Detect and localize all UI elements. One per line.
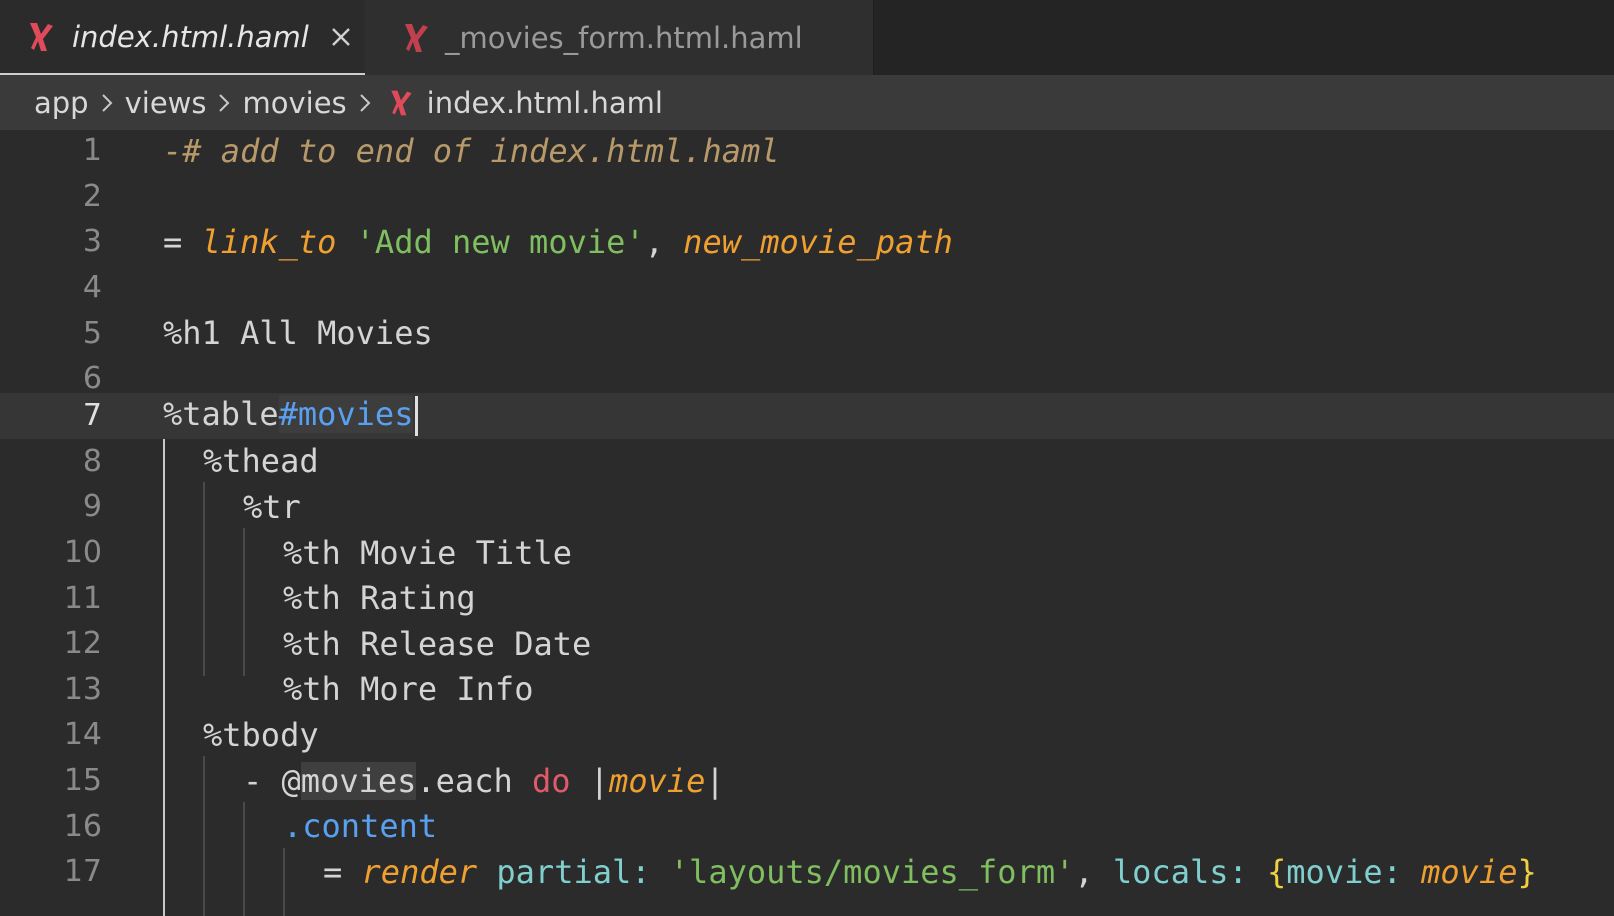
chevron-right-icon <box>219 93 230 112</box>
line-content: %th Rating <box>283 579 476 618</box>
breadcrumb-item-app[interactable]: app <box>34 86 89 120</box>
line-number: 1 <box>82 133 102 169</box>
code-line[interactable]: 10 %th Movie Title <box>0 530 1614 576</box>
line-content: -# add to end of index.html.haml <box>163 131 780 170</box>
haml-file-icon <box>405 23 428 52</box>
line-number: 15 <box>63 763 102 799</box>
line-number: 4 <box>82 270 102 306</box>
code-line[interactable]: 9 %tr <box>0 484 1614 530</box>
code-line[interactable]: 8 %thead <box>0 439 1614 485</box>
line-number: 12 <box>63 626 102 662</box>
chevron-right-icon <box>101 93 113 112</box>
line-number: 6 <box>82 361 102 397</box>
line-content: %th Movie Title <box>283 533 572 572</box>
line-content: = render partial: 'layouts/movies_form',… <box>323 852 1537 891</box>
line-content: %tr <box>243 487 301 526</box>
line-content: - @movies.each do |movie| <box>243 761 725 800</box>
haml-file-icon <box>30 22 53 51</box>
tab-movies-form-html-haml[interactable]: _movies_form.html.haml <box>365 0 874 75</box>
line-content: .content <box>283 807 438 846</box>
line-number: 2 <box>82 178 102 214</box>
code-line[interactable]: 14 %tbody <box>0 712 1614 758</box>
line-content: %th More Info <box>283 670 534 709</box>
tab-label: _movies_form.html.haml <box>445 20 803 55</box>
line-number: 16 <box>63 808 102 844</box>
code-line[interactable]: 2 <box>0 174 1614 220</box>
haml-file-icon <box>390 90 412 115</box>
code-line[interactable]: 11 %th Rating <box>0 575 1614 621</box>
code-line[interactable]: 4 <box>0 265 1614 311</box>
line-number: 5 <box>82 315 102 351</box>
line-number: 13 <box>63 671 102 707</box>
code-line[interactable]: 12 %th Release Date <box>0 621 1614 667</box>
line-number: 8 <box>82 443 102 479</box>
code-line[interactable]: 3 = link_to 'Add new movie', new_movie_p… <box>0 219 1614 265</box>
line-number: 10 <box>63 535 102 571</box>
code-editor[interactable]: 1 -# add to end of index.html.haml 2 3 =… <box>0 130 1614 916</box>
line-content: %table#movies <box>163 395 419 437</box>
line-number: 7 <box>82 398 102 434</box>
line-number: 9 <box>82 489 102 525</box>
code-line-current[interactable]: 7 %table#movies <box>0 393 1614 439</box>
tab-bar: index.html.haml _movies_form.html.haml <box>0 0 1614 75</box>
line-content: %th Release Date <box>283 624 592 663</box>
line-number: 3 <box>82 224 102 260</box>
code-line[interactable]: 16 .content <box>0 803 1614 849</box>
tab-label: index.html.haml <box>72 19 309 54</box>
code-line[interactable]: 1 -# add to end of index.html.haml <box>0 128 1614 174</box>
close-icon[interactable] <box>329 25 353 49</box>
code-line[interactable]: 17 = render partial: 'layouts/movies_for… <box>0 849 1614 895</box>
breadcrumb-item-movies[interactable]: movies <box>242 86 346 120</box>
tab-index-html-haml[interactable]: index.html.haml <box>0 0 365 75</box>
code-line[interactable]: 13 %th More Info <box>0 667 1614 713</box>
line-content: = link_to 'Add new movie', new_movie_pat… <box>163 222 953 261</box>
text-cursor <box>415 396 419 437</box>
line-number: 14 <box>63 717 102 753</box>
line-number: 17 <box>63 854 102 890</box>
line-content: %tbody <box>203 715 319 754</box>
code-line[interactable]: 15 - @movies.each do |movie| <box>0 758 1614 804</box>
breadcrumb-item-file[interactable]: index.html.haml <box>427 86 663 120</box>
breadcrumb-item-views[interactable]: views <box>125 86 207 120</box>
line-content: %h1 All Movies <box>163 314 433 353</box>
code-line[interactable]: 5 %h1 All Movies <box>0 310 1614 356</box>
chevron-right-icon <box>359 93 371 112</box>
line-number: 11 <box>63 580 102 616</box>
line-content: %thead <box>203 442 319 481</box>
breadcrumb: app views movies index.html.haml <box>0 75 1614 130</box>
